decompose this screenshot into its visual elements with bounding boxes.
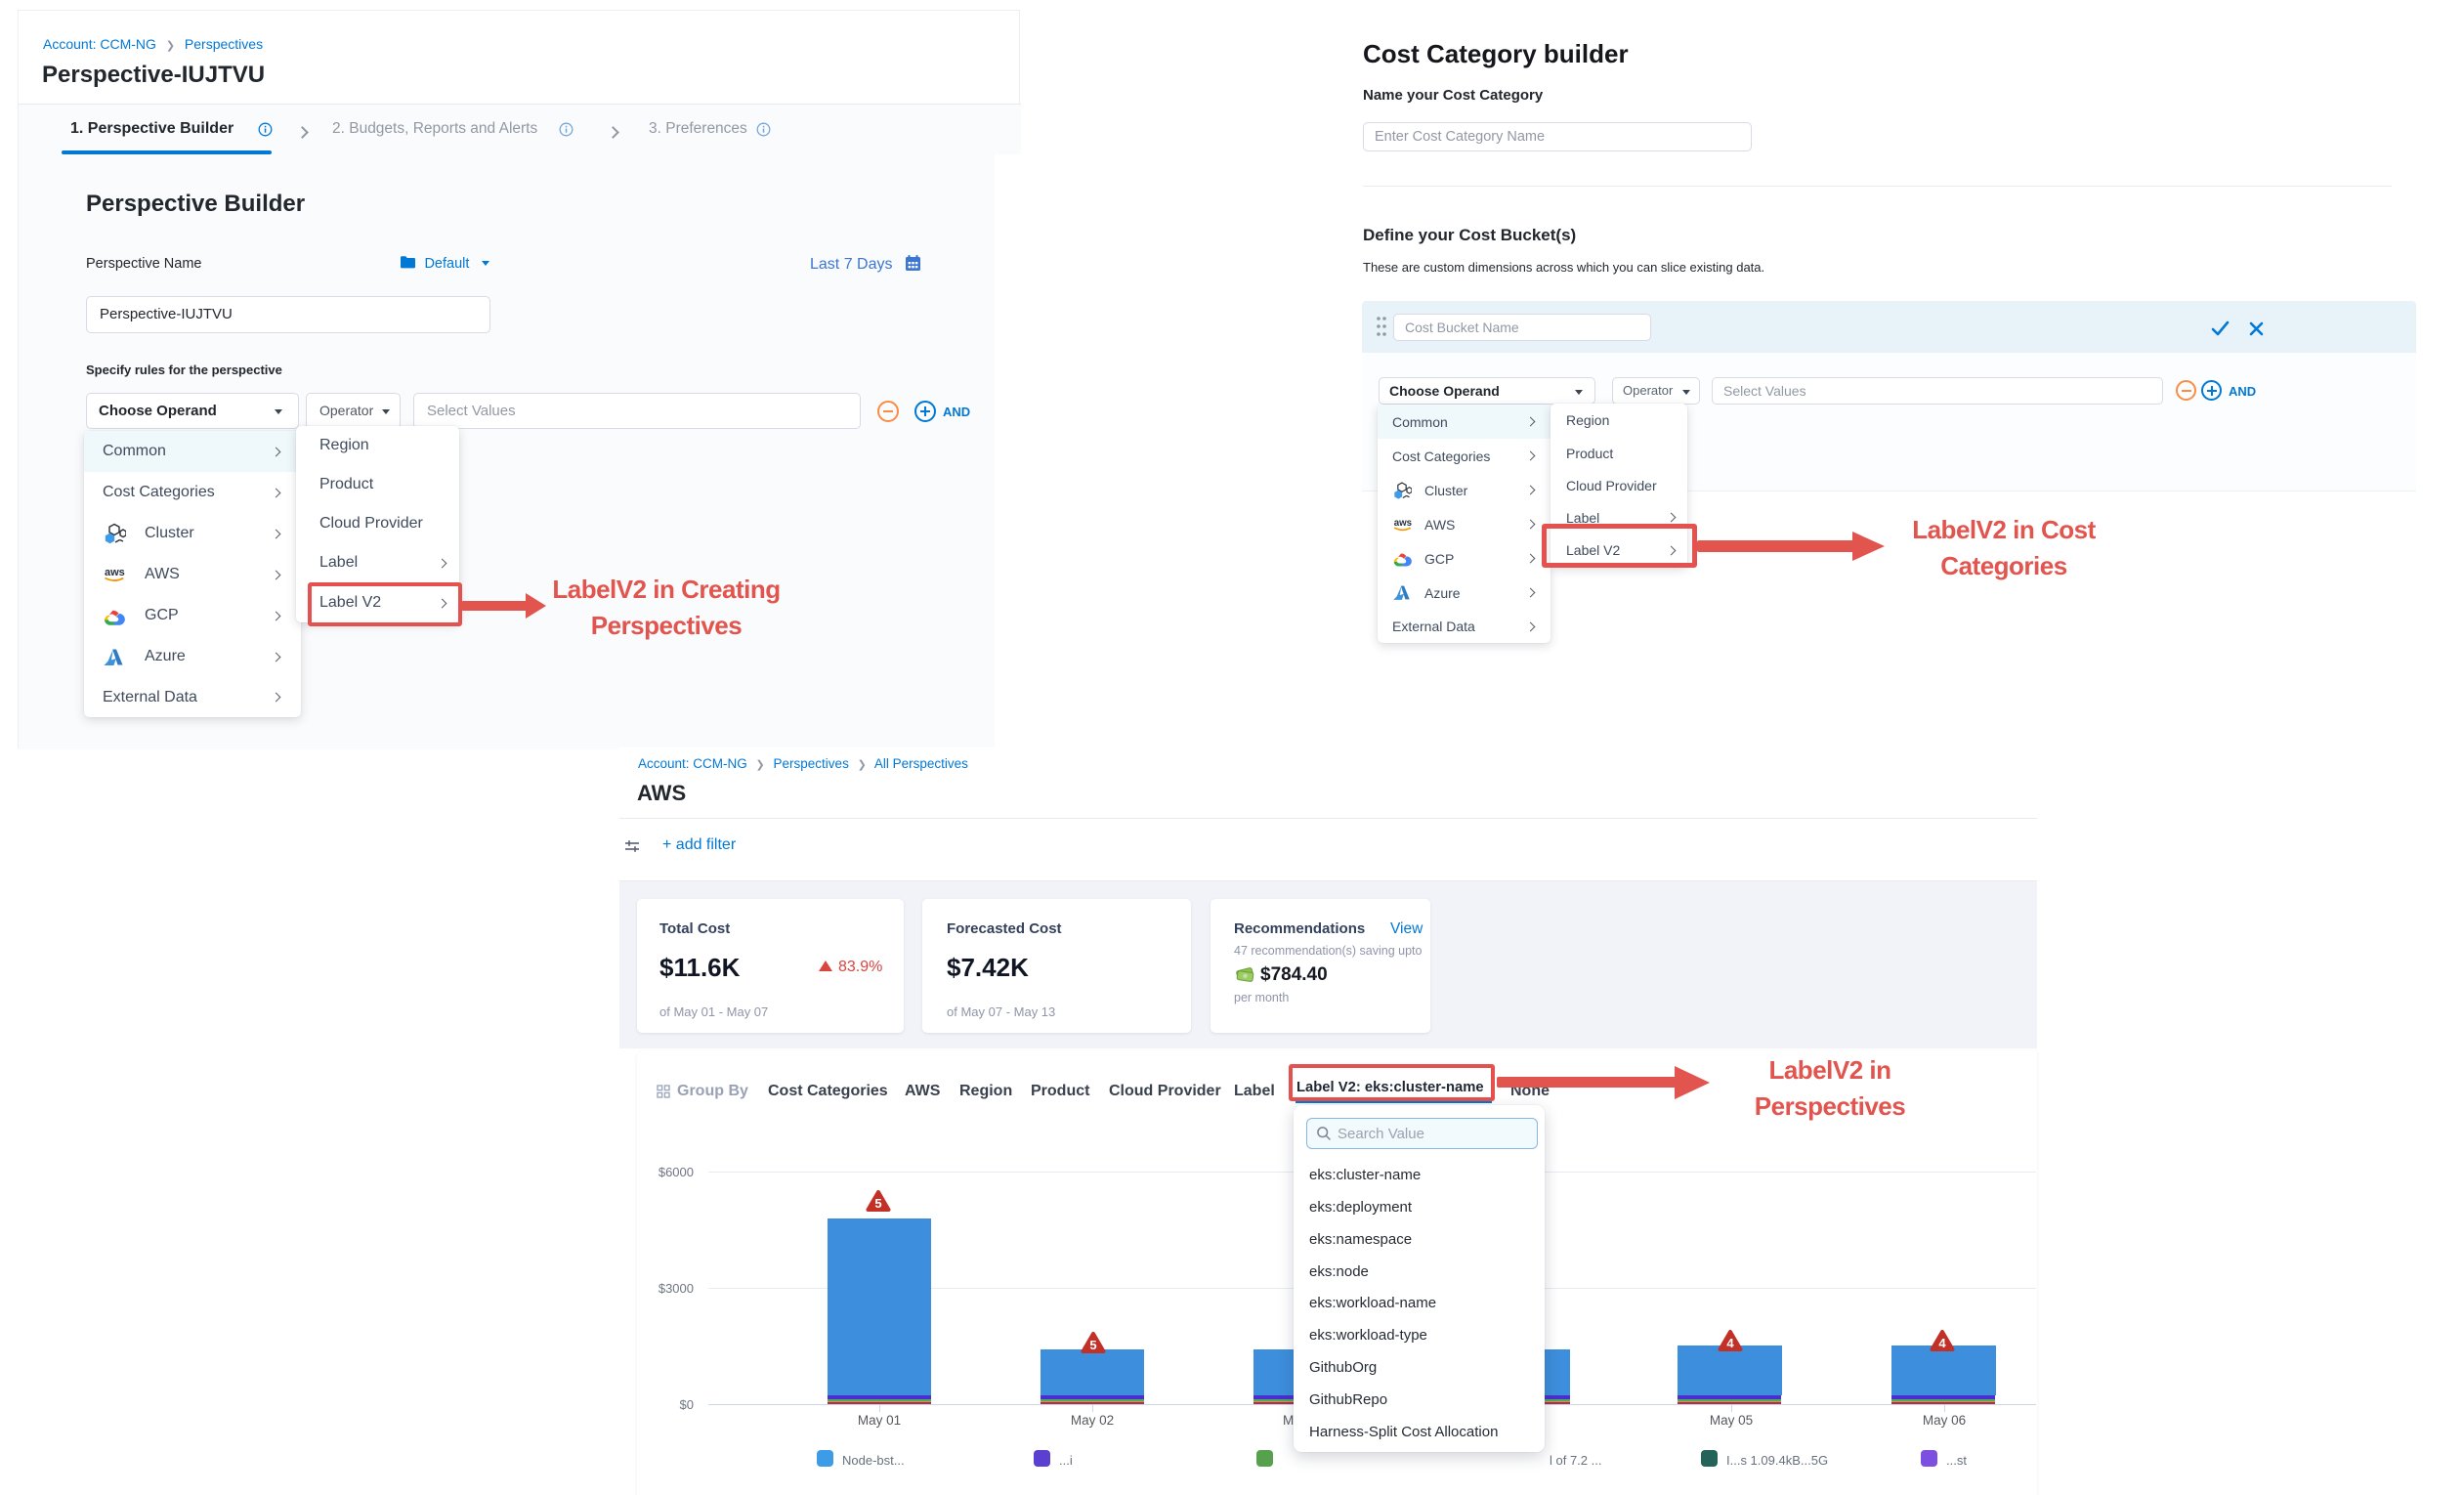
svg-text:4: 4 bbox=[1726, 1336, 1734, 1350]
svg-text:aws: aws bbox=[105, 567, 125, 578]
svg-text:4: 4 bbox=[1938, 1336, 1946, 1350]
svg-text:5: 5 bbox=[874, 1196, 881, 1211]
svg-text:aws: aws bbox=[1394, 517, 1412, 528]
svg-text:5: 5 bbox=[1089, 1338, 1096, 1352]
